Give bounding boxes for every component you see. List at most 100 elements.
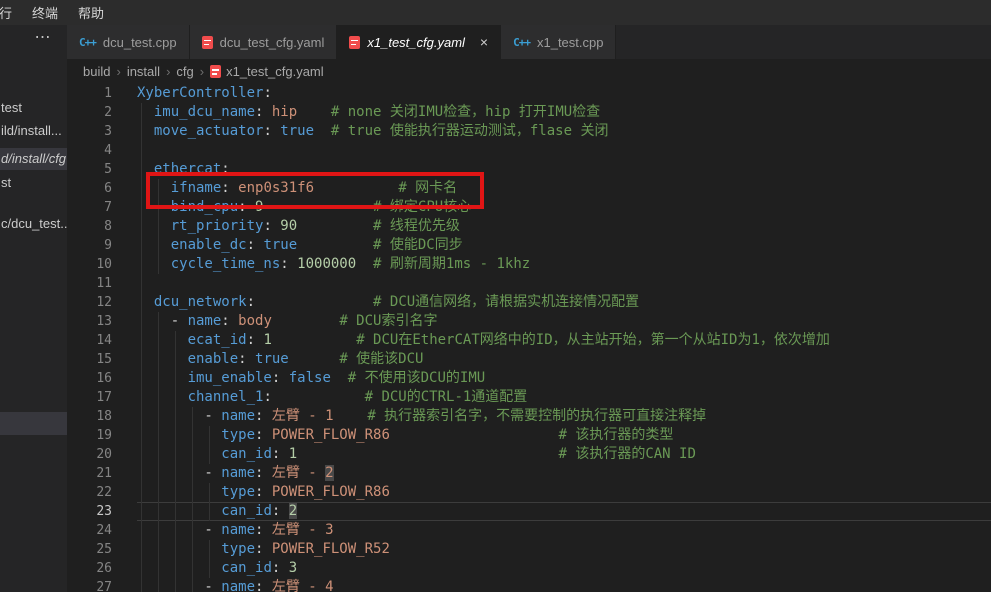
token bbox=[137, 294, 154, 310]
sidebar-item[interactable]: test bbox=[0, 97, 68, 119]
token: enable_dc bbox=[171, 237, 247, 253]
indent-guide bbox=[175, 578, 176, 592]
code-line[interactable]: 25 type: POWER_FLOW_R52 bbox=[67, 540, 991, 559]
token: : bbox=[280, 256, 297, 272]
code-line[interactable]: 15 enable: true # 使能该DCU bbox=[67, 350, 991, 369]
sidebar-item[interactable] bbox=[0, 412, 68, 435]
indent-guide bbox=[158, 483, 159, 502]
token: : bbox=[247, 332, 264, 348]
sidebar-item[interactable]: ild/install... bbox=[0, 120, 68, 142]
code-line[interactable]: 4 bbox=[67, 141, 991, 160]
sidebar-item[interactable]: c/dcu_test... bbox=[0, 213, 68, 235]
token: # none 关闭IMU检查，hip 打开IMU检查 bbox=[331, 104, 600, 120]
tab-dcu_test.cpp[interactable]: C++dcu_test.cpp bbox=[67, 25, 190, 59]
yaml-file-icon bbox=[202, 36, 213, 49]
token: : bbox=[221, 313, 238, 329]
token: POWER_FLOW_R86 bbox=[272, 427, 390, 443]
code-line[interactable]: 6 ifname: enp0s31f6 # 网卡名 bbox=[67, 179, 991, 198]
code-line[interactable]: 14 ecat_id: 1 # DCU在EtherCAT网络中的ID，从主站开始… bbox=[67, 331, 991, 350]
line-number: 18 bbox=[67, 407, 137, 426]
breadcrumb-item[interactable]: build bbox=[83, 64, 110, 79]
line-number: 14 bbox=[67, 331, 137, 350]
menu-item[interactable]: 帮助 bbox=[68, 3, 114, 22]
code-line[interactable]: 23 can_id: 2 bbox=[67, 502, 991, 521]
token bbox=[137, 389, 188, 405]
close-icon[interactable]: × bbox=[480, 35, 488, 49]
tab-dcu_test_cfg.yaml[interactable]: dcu_test_cfg.yaml bbox=[190, 25, 338, 59]
code-line[interactable]: 12 dcu_network: # DCU通信网络，请根据实机连接情况配置 bbox=[67, 293, 991, 312]
token: : bbox=[255, 579, 272, 592]
code-line[interactable]: 26 can_id: 3 bbox=[67, 559, 991, 578]
indent-guide bbox=[141, 426, 142, 445]
code-line[interactable]: 20 can_id: 1 # 该执行器的CAN ID bbox=[67, 445, 991, 464]
token: - bbox=[137, 522, 221, 538]
code-line[interactable]: 11 bbox=[67, 274, 991, 293]
token: # 线程优先级 bbox=[373, 218, 460, 234]
code-editor[interactable]: 1XyberController:2 imu_dcu_name: hip # n… bbox=[67, 84, 991, 592]
code-line[interactable]: 24 - name: 左臂 - 3 bbox=[67, 521, 991, 540]
line-number: 20 bbox=[67, 445, 137, 464]
code-line[interactable]: 22 type: POWER_FLOW_R86 bbox=[67, 483, 991, 502]
token: dcu_network bbox=[154, 294, 247, 310]
breadcrumb-item[interactable]: cfg bbox=[176, 64, 193, 79]
indent-guide bbox=[175, 502, 176, 521]
token: # 执行器索引名字，不需要控制的执行器可直接注释掉 bbox=[367, 408, 706, 424]
code-line[interactable]: 19 type: POWER_FLOW_R86 # 该执行器的类型 bbox=[67, 426, 991, 445]
indent-guide bbox=[141, 407, 142, 426]
code-line[interactable]: 16 imu_enable: false # 不使用该DCU的IMU bbox=[67, 369, 991, 388]
more-actions-icon[interactable]: ⋯ bbox=[28, 28, 58, 50]
token: 左臂 - 4 bbox=[272, 579, 334, 592]
indent-guide bbox=[158, 445, 159, 464]
breadcrumb-item[interactable]: install bbox=[127, 64, 160, 79]
code-line[interactable]: 9 enable_dc: true # 使能DC同步 bbox=[67, 236, 991, 255]
indent-guide bbox=[158, 388, 159, 407]
code-line[interactable]: 5 ethercat: bbox=[67, 160, 991, 179]
sidebar-item[interactable]: st bbox=[0, 172, 68, 194]
token bbox=[255, 294, 373, 310]
token: bind_cpu bbox=[171, 199, 238, 215]
tab-x1_test_cfg.yaml[interactable]: x1_test_cfg.yaml× bbox=[337, 25, 501, 59]
code-line[interactable]: 7 bind_cpu: 9 # 绑定CPU核心 bbox=[67, 198, 991, 217]
indent-guide bbox=[158, 255, 159, 274]
sidebar-item[interactable]: d/install/cfg bbox=[0, 148, 68, 170]
token: : bbox=[247, 237, 264, 253]
code-line[interactable]: 13 - name: body # DCU索引名字 bbox=[67, 312, 991, 331]
code-line[interactable]: 8 rt_priority: 90 # 线程优先级 bbox=[67, 217, 991, 236]
indent-guide bbox=[175, 331, 176, 350]
code-line[interactable]: 10 cycle_time_ns: 1000000 # 刷新周期1ms - 1k… bbox=[67, 255, 991, 274]
token bbox=[297, 446, 558, 462]
token: # 不使用该DCU的IMU bbox=[348, 370, 485, 386]
code-line[interactable]: 3 move_actuator: true # true 使能执行器运动测试，f… bbox=[67, 122, 991, 141]
token: ethercat bbox=[154, 161, 221, 177]
token: - bbox=[137, 465, 221, 481]
menu-item[interactable]: 行 bbox=[0, 3, 22, 22]
code-line[interactable]: 18 - name: 左臂 - 1 # 执行器索引名字，不需要控制的执行器可直接… bbox=[67, 407, 991, 426]
token bbox=[272, 313, 339, 329]
code-text: can_id: 3 bbox=[137, 559, 991, 578]
token: : bbox=[255, 408, 272, 424]
token: hip bbox=[272, 104, 297, 120]
token: # DCU在EtherCAT网络中的ID，从主站开始，第一个从站ID为1，依次增… bbox=[356, 332, 830, 348]
code-line[interactable]: 21 - name: 左臂 - 2 bbox=[67, 464, 991, 483]
code-line[interactable]: 27 - name: 左臂 - 4 bbox=[67, 578, 991, 592]
code-text: move_actuator: true # true 使能执行器运动测试，fla… bbox=[137, 122, 991, 141]
code-line[interactable]: 1XyberController: bbox=[67, 84, 991, 103]
token bbox=[297, 104, 331, 120]
line-number: 25 bbox=[67, 540, 137, 559]
code-line[interactable]: 17 channel_1: # DCU的CTRL-1通道配置 bbox=[67, 388, 991, 407]
token bbox=[137, 332, 188, 348]
token: - bbox=[137, 313, 188, 329]
token: : bbox=[263, 389, 271, 405]
token: 1000000 bbox=[297, 256, 356, 272]
code-text: - name: 左臂 - 1 # 执行器索引名字，不需要控制的执行器可直接注释掉 bbox=[137, 407, 991, 426]
menu-item[interactable]: 终端 bbox=[22, 3, 68, 22]
breadcrumb-file[interactable]: x1_test_cfg.yaml bbox=[210, 64, 324, 79]
code-line[interactable]: 2 imu_dcu_name: hip # none 关闭IMU检查，hip 打… bbox=[67, 103, 991, 122]
tab-x1_test.cpp[interactable]: C++x1_test.cpp bbox=[501, 25, 616, 59]
line-number: 9 bbox=[67, 236, 137, 255]
token: : bbox=[263, 123, 280, 139]
indent-guide bbox=[192, 578, 193, 592]
code-text: enable: true # 使能该DCU bbox=[137, 350, 991, 369]
indent-guide bbox=[141, 521, 142, 540]
token bbox=[137, 161, 154, 177]
